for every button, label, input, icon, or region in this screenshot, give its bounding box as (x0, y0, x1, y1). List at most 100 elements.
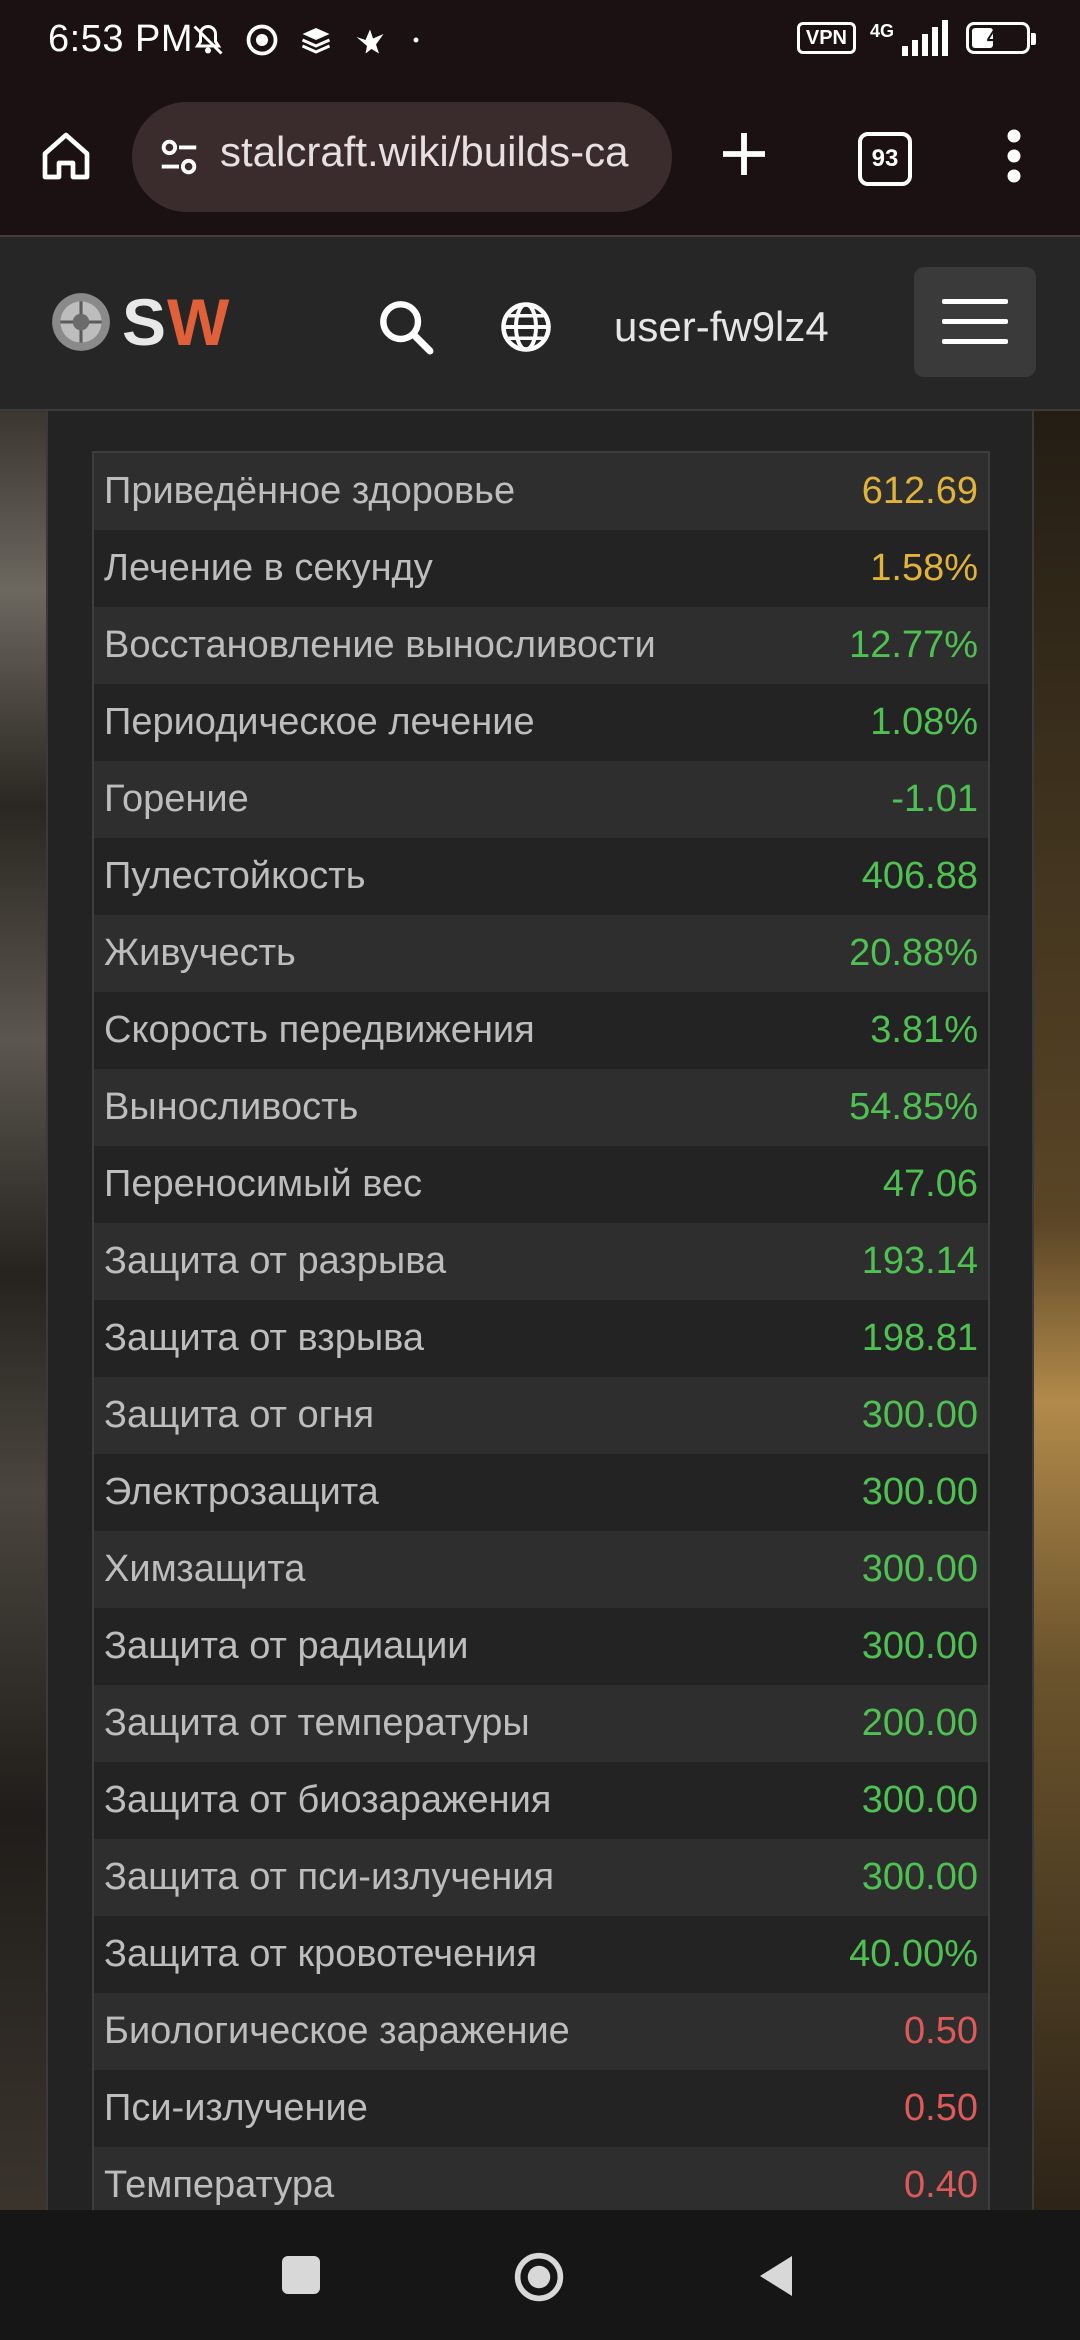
address-bar[interactable]: stalcraft.wiki/builds-ca (132, 102, 672, 212)
browser-toolbar: stalcraft.wiki/builds-ca 93 (0, 80, 1080, 237)
back-button-icon[interactable] (756, 2252, 796, 2300)
stat-label: Периодическое лечение (104, 701, 535, 743)
system-nav-bar (0, 2210, 1080, 2340)
stat-row: Температура 0.40 (94, 2147, 988, 2211)
new-tab-icon[interactable] (716, 126, 772, 182)
status-right: VPN 4G 47 (796, 20, 1036, 56)
stat-row: Восстановление выносливости 12.77% (94, 607, 988, 684)
search-icon[interactable] (374, 295, 438, 359)
more-vert-icon[interactable] (996, 126, 1032, 186)
stat-value: 300.00 (861, 1548, 978, 1590)
stat-value: 200.00 (861, 1702, 978, 1744)
bell-off-icon (193, 24, 223, 55)
stat-label: Защита от огня (104, 1394, 375, 1436)
username-link[interactable]: user-fw9lz4 (614, 297, 829, 357)
stat-value: 0.50 (904, 2010, 978, 2052)
stat-label: Скорость передвижения (104, 1009, 535, 1051)
stat-row: Химзащита 300.00 (94, 1531, 988, 1608)
stat-row: Пси-излучение 0.50 (94, 2070, 988, 2147)
stat-row: Защита от биозаражения 300.00 (94, 1762, 988, 1839)
stat-row: Защита от разрыва 193.14 (94, 1223, 988, 1300)
stat-value: -1.01 (891, 778, 978, 820)
stat-row: Горение -1.01 (94, 761, 988, 838)
stat-label: Электрозащита (104, 1471, 379, 1513)
stat-label: Защита от радиации (104, 1625, 469, 1667)
logo-letter-w: W (167, 285, 231, 359)
stat-value: 300.00 (861, 1625, 978, 1667)
stat-value: 3.81% (870, 1009, 978, 1051)
layers-icon (301, 28, 331, 54)
url-text[interactable]: stalcraft.wiki/builds-ca (220, 128, 650, 176)
stat-label: Пси-излучение (104, 2087, 368, 2129)
stat-label: Температура (104, 2164, 335, 2206)
logo-text: SW (122, 289, 230, 355)
site-logo[interactable]: SW (48, 289, 230, 355)
stat-row: Защита от пси-излучения 300.00 (94, 1839, 988, 1916)
stat-value: 406.88 (861, 855, 978, 897)
stat-row: Электрозащита 300.00 (94, 1454, 988, 1531)
status-bar: 6:53 PM VPN 4G 47 (0, 0, 1080, 80)
stat-value: 0.40 (904, 2164, 978, 2206)
stat-row: Скорость передвижения 3.81% (94, 992, 988, 1069)
stat-label: Химзащита (104, 1548, 306, 1590)
stats-table: Приведённое здоровье 612.69 Лечение в секу… (92, 451, 990, 2211)
stat-value: 198.81 (861, 1317, 978, 1359)
battery-level: 47 (986, 26, 1010, 49)
page-content: Приведённое здоровье 612.69 Лечение в секу… (0, 411, 1080, 2211)
stat-label: Защита от кровотечения (104, 1933, 538, 1975)
stat-label: Лечение в секунду (104, 547, 433, 589)
stat-label: Защита от пси-излучения (104, 1856, 555, 1898)
stat-value: 47.06 (882, 1163, 978, 1205)
recent-apps-button[interactable] (282, 2256, 320, 2294)
stat-row: Защита от огня 300.00 (94, 1377, 988, 1454)
stat-row: Периодическое лечение 1.08% (94, 684, 988, 761)
site-header: SW user-fw9lz4 (0, 237, 1080, 411)
stat-label: Горение (104, 778, 249, 820)
site-settings-icon[interactable] (156, 134, 202, 180)
stat-value: 300.00 (861, 1394, 978, 1436)
stat-row: Живучесть 20.88% (94, 915, 988, 992)
stat-label: Пулестойкость (104, 855, 366, 897)
stat-row: Защита от температуры 200.00 (94, 1685, 988, 1762)
globe-icon[interactable] (496, 297, 556, 357)
stat-row: Пулестойкость 406.88 (94, 838, 988, 915)
stat-label: Защита от взрыва (104, 1317, 425, 1359)
stat-row: Лечение в секунду 1.58% (94, 530, 988, 607)
logo-emblem-icon (52, 293, 110, 351)
stat-label: Защита от температуры (104, 1702, 530, 1744)
stat-value: 54.85% (849, 1086, 978, 1128)
stat-value: 193.14 (861, 1240, 978, 1282)
notification-icons (190, 18, 426, 62)
stat-row: Выносливость 54.85% (94, 1069, 988, 1146)
signal-icon (902, 20, 948, 56)
stat-label: Приведённое здоровье (104, 470, 516, 512)
stat-label: Защита от биозаражения (104, 1779, 552, 1821)
battery-cap (1031, 33, 1036, 45)
stat-value: 300.00 (861, 1471, 978, 1513)
stat-label: Переносимый вес (104, 1163, 423, 1205)
stat-row: Защита от взрыва 198.81 (94, 1300, 988, 1377)
stat-value: 300.00 (861, 1856, 978, 1898)
stat-value: 20.88% (849, 932, 978, 974)
stat-value: 1.58% (870, 547, 978, 589)
stat-row: Биологическое заражение 0.50 (94, 1993, 988, 2070)
stat-value: 40.00% (849, 1933, 978, 1975)
background-image-right (1034, 411, 1080, 2211)
home-icon[interactable] (38, 128, 94, 184)
home-button-icon[interactable] (512, 2250, 566, 2304)
stat-value: 300.00 (861, 1779, 978, 1821)
stat-row: Переносимый вес 47.06 (94, 1146, 988, 1223)
stat-value: 0.50 (904, 2087, 978, 2129)
bird-icon (356, 29, 384, 54)
logo-letter-s: S (122, 285, 168, 359)
target-icon (246, 24, 278, 56)
menu-line (942, 339, 1008, 344)
stat-row: Приведённое здоровье 612.69 (94, 453, 988, 530)
hamburger-menu-button[interactable] (914, 267, 1036, 377)
stat-value: 12.77% (849, 624, 978, 666)
stat-label: Выносливость (104, 1086, 359, 1128)
menu-line (942, 319, 1008, 324)
tabs-count-button[interactable]: 93 (858, 132, 912, 186)
vpn-badge: VPN (796, 22, 856, 54)
status-time: 6:53 PM (48, 18, 194, 60)
